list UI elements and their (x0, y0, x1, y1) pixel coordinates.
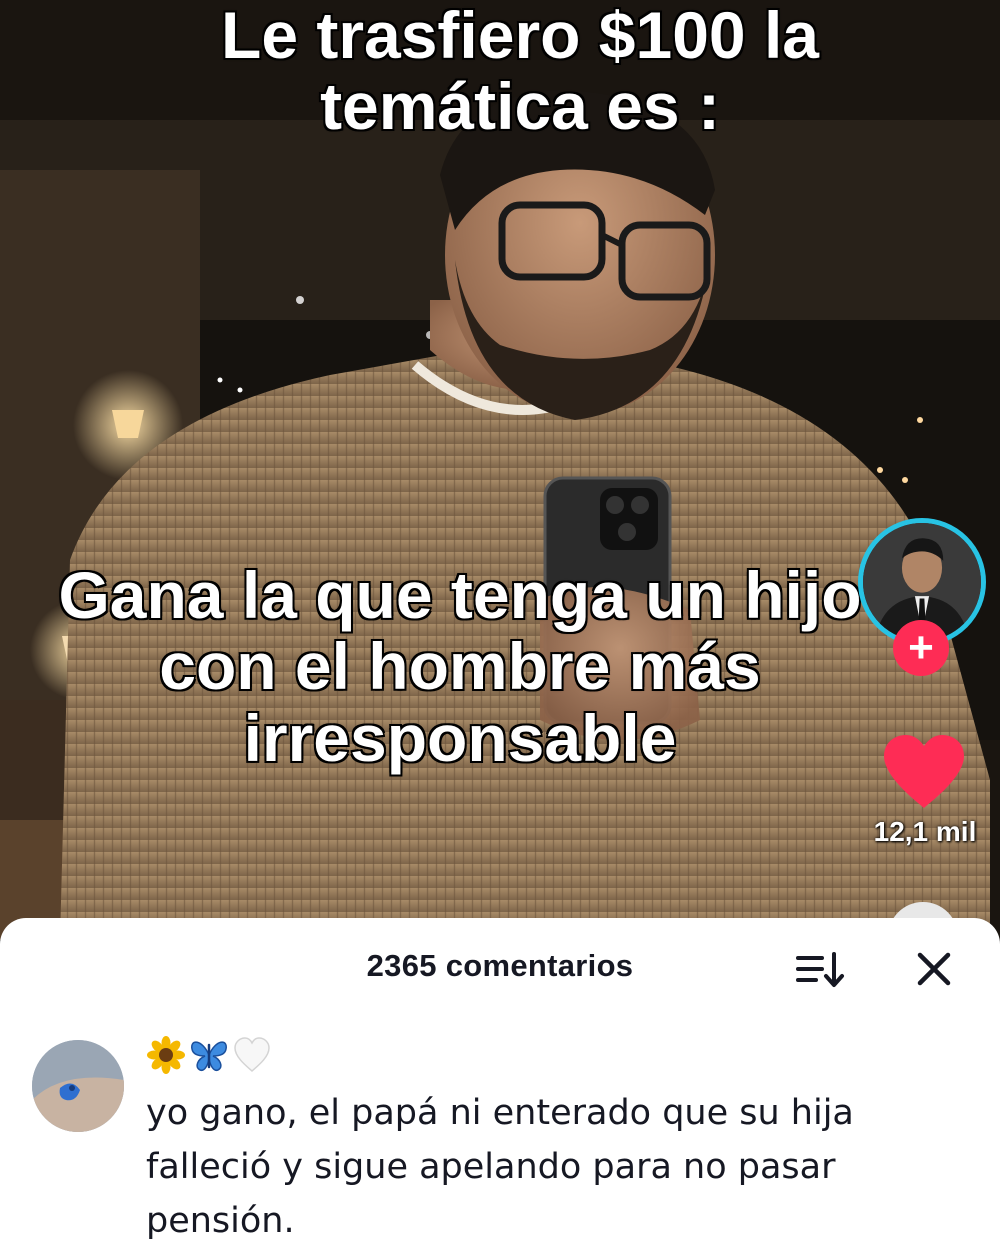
video-player[interactable]: Le trasfiero $100 la temática es : Gana … (0, 0, 1000, 940)
like-count: 12,1 mil (873, 816, 977, 847)
comments-header: 2365 comentarios (0, 940, 1000, 996)
follow-button[interactable]: + (893, 620, 949, 676)
heart-icon (884, 735, 964, 808)
comment-text: yo gano, el papá ni enterado que su hija… (146, 1093, 854, 1241)
close-button[interactable] (906, 944, 962, 994)
sort-icon (796, 952, 844, 987)
comments-sheet: 2365 comentarios yo gano, el papá ni ent… (0, 918, 1000, 1247)
video-caption-bottom: Gana la que tenga un hijo con el hombre … (57, 558, 863, 775)
plus-icon: + (908, 623, 934, 672)
video-caption-top: Le trasfiero $100 la temática es : (220, 0, 821, 144)
sunflower-icon (147, 1036, 185, 1074)
commenter-avatar-image (32, 1040, 124, 1132)
tiktok-screen: Le trasfiero $100 la temática es : Gana … (0, 0, 1000, 1247)
white-heart-icon (234, 1037, 270, 1073)
close-icon (917, 952, 951, 986)
blue-butterfly-icon (191, 1041, 227, 1072)
sort-button[interactable] (792, 944, 848, 994)
commenter-username[interactable] (146, 1032, 272, 1078)
commenter-avatar[interactable] (32, 1040, 124, 1132)
like-button[interactable] (880, 732, 968, 812)
comments-count: 2365 comentarios (366, 948, 634, 983)
